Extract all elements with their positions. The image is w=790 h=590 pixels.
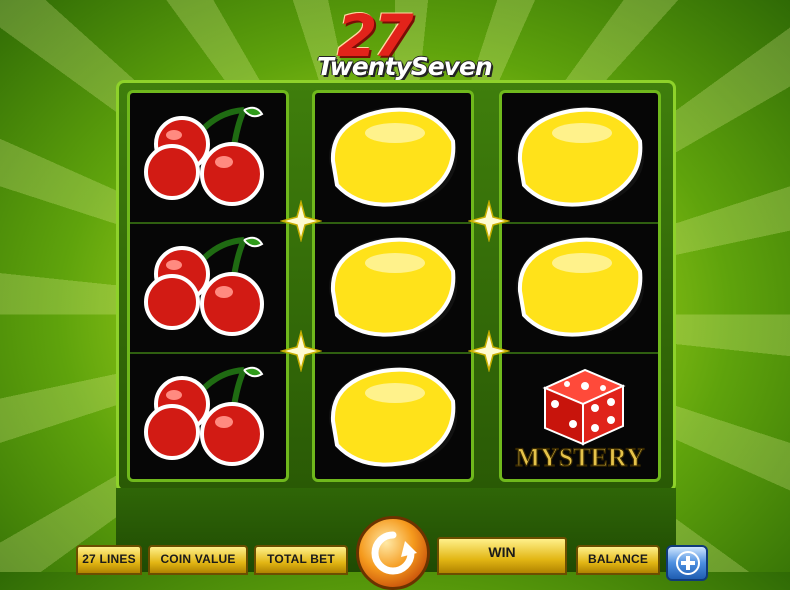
win-display: WIN [437,537,567,575]
lines-button[interactable]: 27 LINES [76,545,142,575]
logo-text: TwentySeven [317,52,493,81]
symbol-lemon [315,93,471,221]
symbol-cherry [130,223,286,351]
spin-button[interactable] [356,516,430,590]
coin-value-label: COIN VALUE [160,552,236,566]
total-bet-label: TOTAL BET [267,552,335,566]
symbol-lemon [315,223,471,351]
lemon-icon [329,367,457,467]
cherry-icon [144,236,264,336]
lemon-icon [329,237,457,337]
game-logo: 27 TwentySeven [315,2,493,88]
cherry-icon [144,366,264,466]
spin-arrow-icon [371,531,417,575]
symbol-lemon [502,223,658,351]
lines-label: 27 LINES [82,552,136,566]
symbol-lemon [315,353,471,481]
symbol-cherry [130,93,286,221]
mystery-dice-icon: MYSTERY [515,368,645,473]
balance-label: BALANCE [587,552,649,566]
star-marker-icon [468,200,510,242]
win-label: WIN [488,544,516,560]
cherry-icon [144,106,264,206]
star-marker-icon [280,200,322,242]
lemon-icon [516,237,644,337]
star-marker-icon [468,330,510,372]
reel-1 [127,90,289,482]
balance-display: BALANCE [576,545,660,575]
plus-icon [676,551,700,575]
star-marker-icon [280,330,322,372]
coin-value-button[interactable]: COIN VALUE [148,545,248,575]
reel-3: MYSTERY [499,90,661,482]
reel-2 [312,90,474,482]
lemon-icon [516,107,644,207]
total-bet-display: TOTAL BET [254,545,348,575]
mystery-label: MYSTERY [515,443,644,472]
plus-button[interactable] [666,545,708,581]
symbol-mystery: MYSTERY [502,353,658,481]
lemon-icon [329,107,457,207]
symbol-cherry [130,353,286,481]
symbol-lemon [502,93,658,221]
